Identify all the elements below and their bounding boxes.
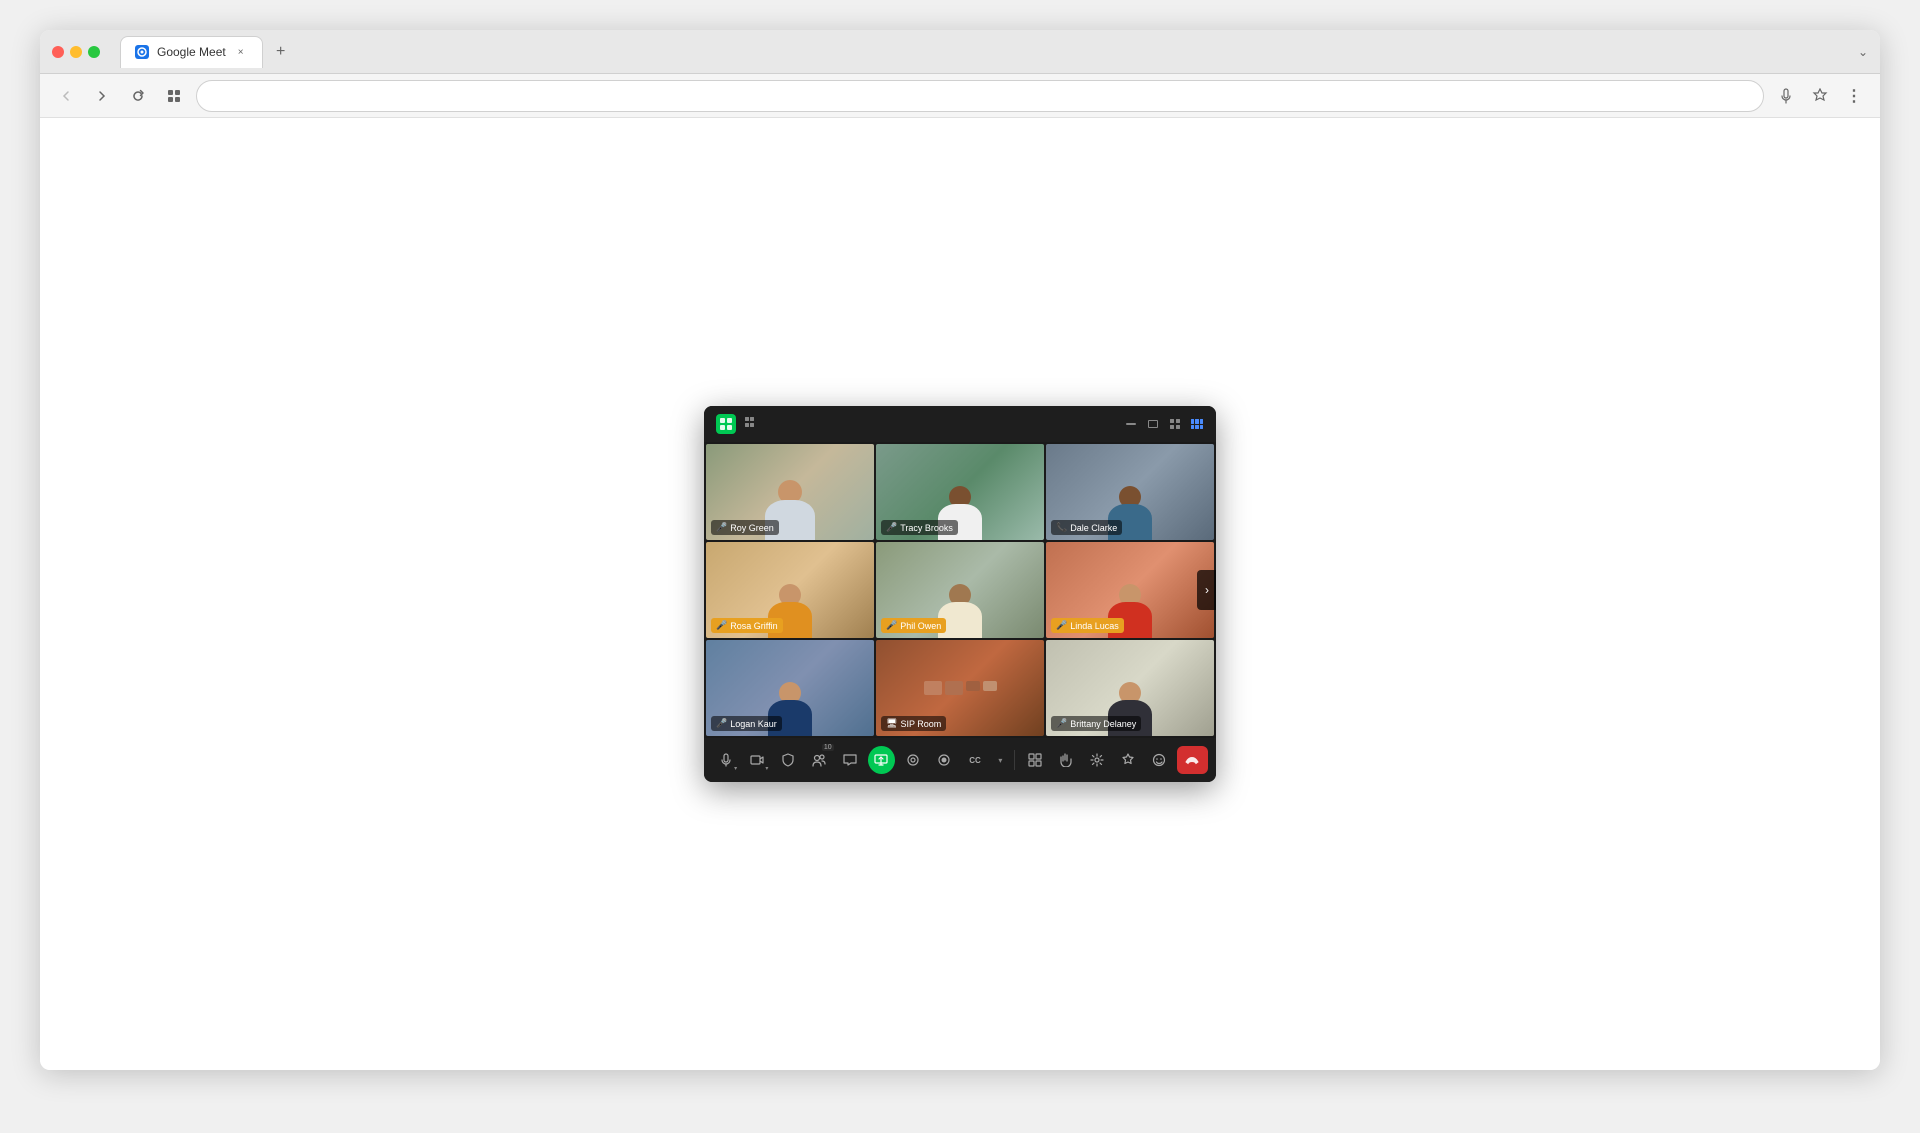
participant-cell-sip-room: 🖥 SIP Room	[876, 640, 1044, 736]
participant-name-text: SIP Room	[900, 719, 941, 729]
call-title-right	[1124, 419, 1204, 429]
participant-name-text: Dale Clarke	[1070, 523, 1117, 533]
refresh-button[interactable]	[124, 82, 152, 110]
mic-dropdown-arrow[interactable]: ▾	[734, 765, 737, 772]
extensions-button[interactable]	[160, 82, 188, 110]
participant-name-phil: 🎤 Phil Owen	[881, 618, 946, 633]
participant-count: 10	[822, 744, 834, 751]
more-button[interactable]: ⋮	[1840, 82, 1868, 110]
video-call-window: 🎤 Roy Green 🎤 Tracy Brooks	[704, 406, 1216, 782]
activities-button[interactable]	[1115, 746, 1142, 774]
participant-name-roy: 🎤 Roy Green	[711, 520, 779, 535]
window-tile2[interactable]	[1146, 419, 1160, 429]
browser-content: 🎤 Roy Green 🎤 Tracy Brooks	[40, 118, 1880, 1070]
participant-name-text: Phil Owen	[900, 621, 941, 631]
end-call-button[interactable]	[1177, 746, 1208, 774]
mic-toggle-button[interactable]: ▾	[712, 746, 739, 774]
participant-name-text: Roy Green	[730, 523, 774, 533]
participant-name-linda: 🎤 Linda Lucas	[1051, 618, 1124, 633]
forward-button[interactable]	[88, 82, 116, 110]
window-tile4[interactable]	[1168, 419, 1182, 429]
mic-icon: 🎤	[716, 620, 727, 631]
mic-icon: 🎤	[716, 522, 727, 533]
participant-name-rosa: 🎤 Rosa Griffin	[711, 618, 783, 633]
browser-toolbar: ⋮	[40, 74, 1880, 118]
screen-icon: 🖥	[886, 718, 897, 729]
mic-icon: 🎤	[1056, 718, 1067, 729]
call-titlebar	[704, 406, 1216, 442]
participant-cell-dale-clarke: 📞 Dale Clarke	[1046, 444, 1214, 540]
star-button[interactable]	[1806, 82, 1834, 110]
call-toolbar: ▾ ▾ 10	[704, 738, 1216, 782]
traffic-lights	[52, 46, 100, 58]
participant-name-text: Brittany Delaney	[1070, 719, 1136, 729]
participants-grid: 🎤 Roy Green 🎤 Tracy Brooks	[704, 442, 1216, 738]
new-tab-button[interactable]: +	[267, 38, 295, 66]
next-page-button[interactable]: ›	[1197, 570, 1216, 610]
participant-cell-logan-kaur: 🎤 Logan Kaur	[706, 640, 874, 736]
captions-dropdown[interactable]: ▾	[993, 746, 1009, 774]
participant-name-text: Logan Kaur	[730, 719, 777, 729]
phone-icon: 📞	[1056, 522, 1067, 533]
camera-toggle-button[interactable]: ▾	[743, 746, 770, 774]
participant-name-dale: 📞 Dale Clarke	[1051, 520, 1122, 535]
minimize-traffic-light[interactable]	[70, 46, 82, 58]
tab-favicon	[135, 45, 149, 59]
mic-icon: 🎤	[886, 620, 897, 631]
back-button[interactable]	[52, 82, 80, 110]
participant-cell-roy-green: 🎤 Roy Green	[706, 444, 874, 540]
reactions-button[interactable]	[1146, 746, 1173, 774]
mic-icon: 🎤	[716, 718, 727, 729]
participant-name-sip: 🖥 SIP Room	[881, 716, 946, 731]
chat-button[interactable]	[837, 746, 864, 774]
layout-button[interactable]	[1021, 746, 1048, 774]
participant-name-text: Tracy Brooks	[900, 523, 953, 533]
present-button[interactable]	[868, 746, 895, 774]
video-grid: 🎤 Roy Green 🎤 Tracy Brooks	[704, 442, 1216, 738]
participant-cell-rosa-griffin: 🎤 Rosa Griffin	[706, 542, 874, 638]
meet-logo	[716, 414, 736, 434]
participant-cell-tracy-brooks: 🎤 Tracy Brooks	[876, 444, 1044, 540]
mic-button[interactable]	[1772, 82, 1800, 110]
captions-button[interactable]: CC	[961, 746, 988, 774]
address-bar[interactable]	[196, 80, 1764, 112]
camera-dropdown-arrow[interactable]: ▾	[765, 765, 768, 772]
participant-cell-brittany-delaney: 🎤 Brittany Delaney	[1046, 640, 1214, 736]
call-title-left	[716, 414, 758, 434]
maximize-traffic-light[interactable]	[88, 46, 100, 58]
security-button[interactable]	[774, 746, 801, 774]
raise-hand-button[interactable]	[1052, 746, 1079, 774]
window-minimize[interactable]	[1124, 419, 1138, 429]
participant-name-text: Linda Lucas	[1070, 621, 1119, 631]
participant-name-brittany: 🎤 Brittany Delaney	[1051, 716, 1141, 731]
participant-name-logan: 🎤 Logan Kaur	[711, 716, 782, 731]
participants-button[interactable]: 10	[806, 746, 833, 774]
toolbar-actions: ⋮	[1772, 82, 1868, 110]
participant-name-tracy: 🎤 Tracy Brooks	[881, 520, 958, 535]
mic-icon: 🎤	[1056, 620, 1067, 631]
participant-cell-linda-lucas: 🎤 Linda Lucas	[1046, 542, 1214, 638]
participant-name-text: Rosa Griffin	[730, 621, 777, 631]
call-layout-icon[interactable]	[744, 416, 758, 433]
close-traffic-light[interactable]	[52, 46, 64, 58]
browser-window: Google Meet × + ⌄ ⋮	[40, 30, 1880, 1070]
browser-titlebar: Google Meet × + ⌄	[40, 30, 1880, 74]
settings-button[interactable]	[1083, 746, 1110, 774]
mic-icon: 🎤	[886, 522, 897, 533]
participant-cell-phil-owen: 🎤 Phil Owen	[876, 542, 1044, 638]
tab-bar: Google Meet × + ⌄	[120, 36, 1868, 68]
record-button[interactable]	[930, 746, 957, 774]
tab-close-button[interactable]: ×	[234, 45, 248, 59]
active-tab[interactable]: Google Meet ×	[120, 36, 263, 68]
window-fullscreen[interactable]	[1190, 419, 1204, 429]
tab-dropdown-button[interactable]: ⌄	[1858, 45, 1868, 59]
tab-label: Google Meet	[157, 45, 226, 59]
toolbar-divider	[1014, 750, 1015, 770]
effects-button[interactable]	[899, 746, 926, 774]
